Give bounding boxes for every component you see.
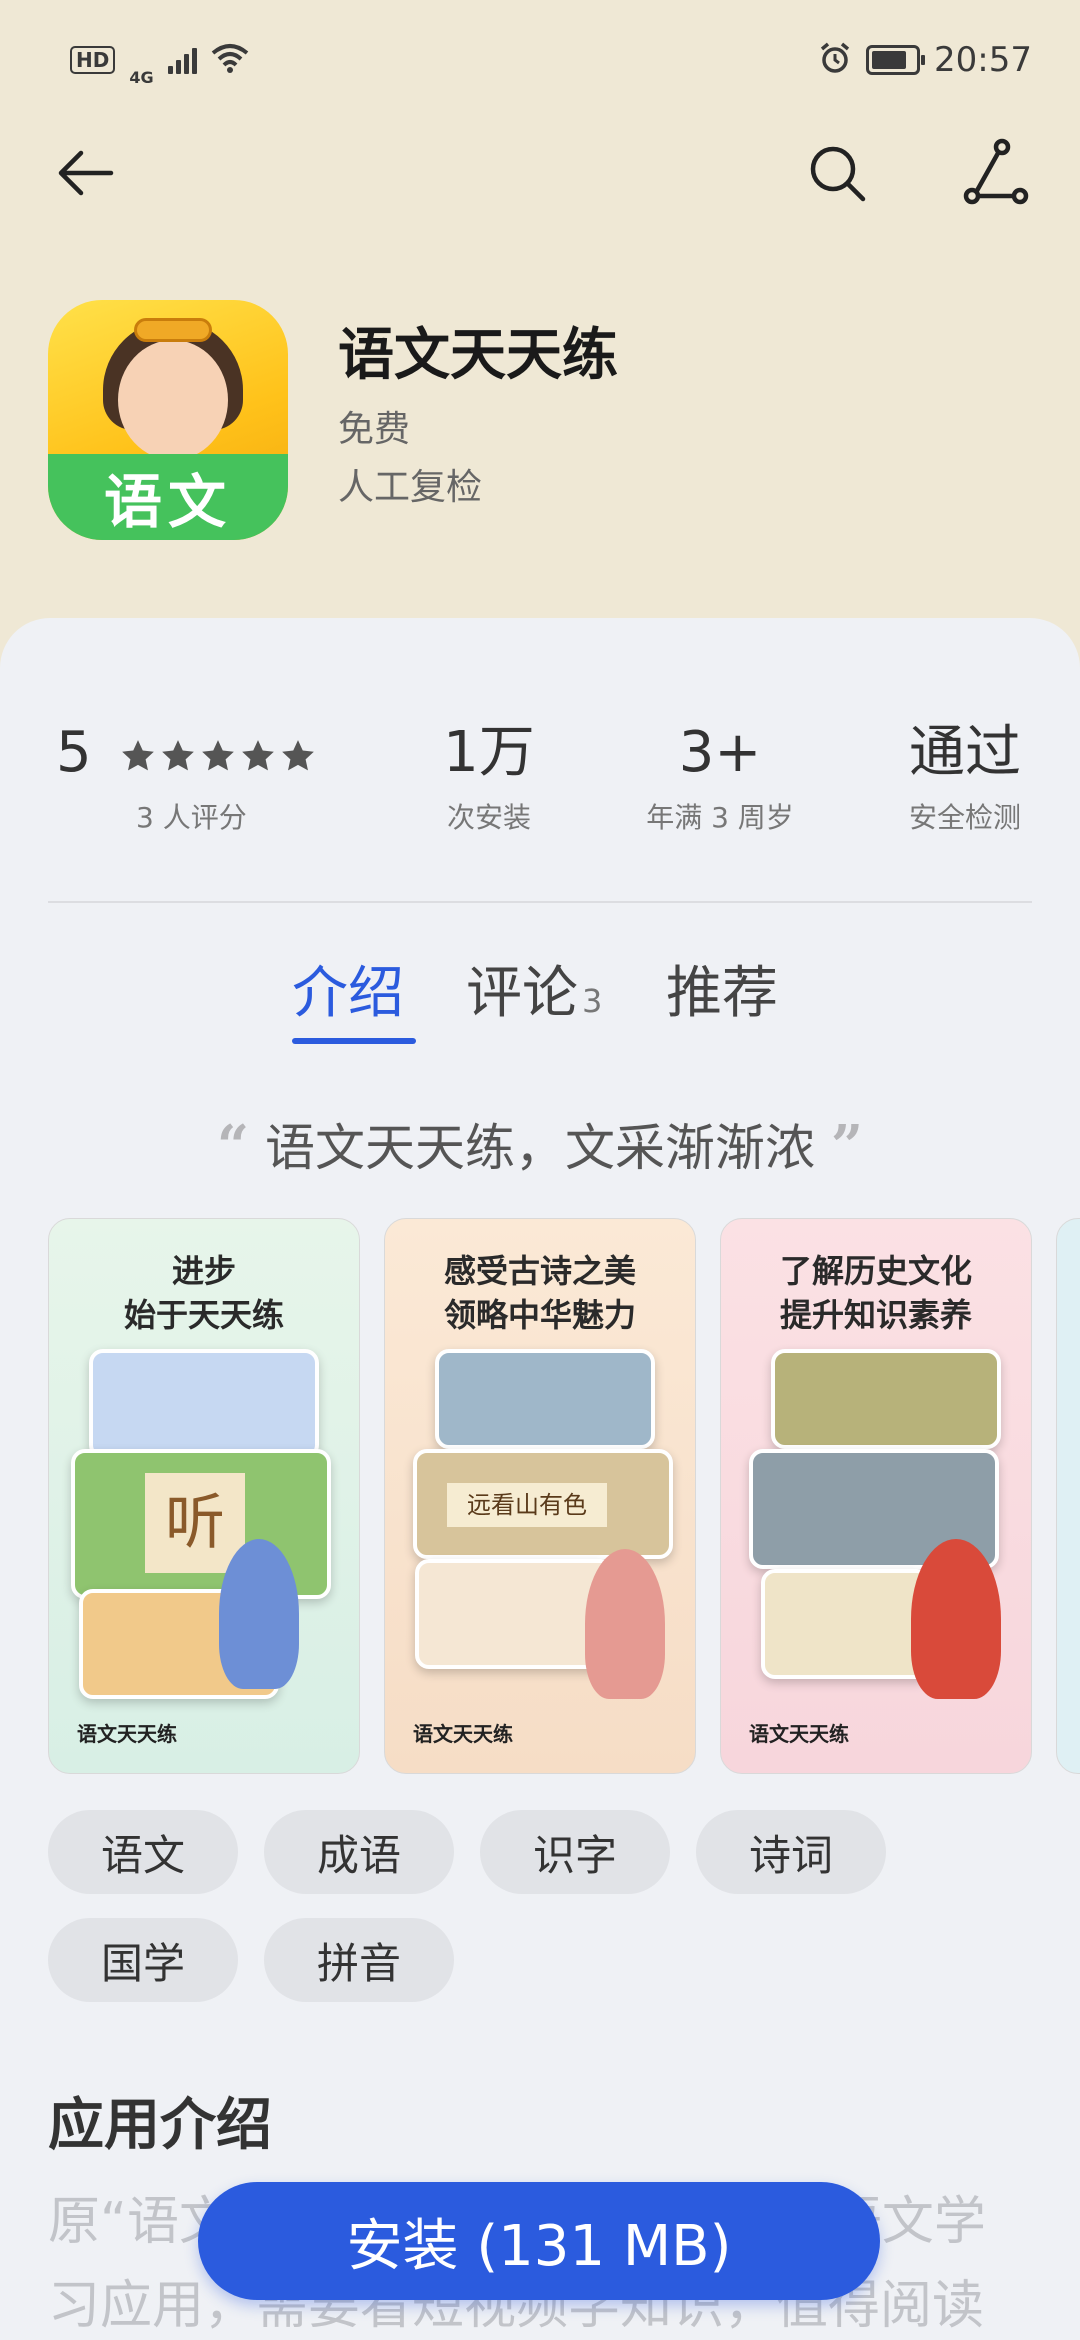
- screenshot-3-brand: 语文天天练: [749, 1722, 849, 1746]
- back-button[interactable]: [40, 130, 130, 220]
- divider: [48, 901, 1032, 903]
- security-value: 通过: [909, 720, 1021, 785]
- screenshot-1-brand: 语文天天练: [77, 1722, 177, 1746]
- share-icon: [960, 138, 1030, 212]
- tab-bar: 介绍 评论 3 推荐: [0, 948, 1080, 1048]
- star-icon: [122, 740, 155, 771]
- screenshot-2-caption: 感受古诗之美 领略中华魅力: [443, 1252, 636, 1334]
- stat-security: 通过 安全检测: [900, 718, 1030, 836]
- screenshot-2-card-text: 远看山有色: [447, 1483, 607, 1527]
- search-button[interactable]: [792, 130, 882, 220]
- app-review-note: 人工复检: [338, 467, 483, 508]
- tab-recommend-label: 推荐: [666, 961, 778, 1026]
- app-icon-label: 语文: [48, 454, 288, 540]
- battery-icon: [866, 45, 926, 75]
- network-type: 4G: [129, 67, 154, 87]
- stat-age: 3+ 年满 3 周岁: [640, 718, 800, 836]
- clock: 20:57: [934, 40, 1032, 80]
- star-icon: [162, 740, 195, 771]
- top-bar: [0, 130, 1080, 240]
- install-button[interactable]: 安装 (131 MB): [198, 2182, 880, 2300]
- stats-row: 5 3 人评分 1万 次安装 3+ 年满 3 周岁 通过 安全检测: [0, 718, 1080, 848]
- screenshot-2-brand: 语文天天练: [413, 1722, 513, 1746]
- tab-reviews-label: 评论: [466, 961, 578, 1026]
- status-right: 20:57: [818, 40, 1032, 80]
- screenshot-1-card-text: 听: [145, 1473, 245, 1573]
- hd-icon: HD: [70, 46, 116, 74]
- app-header: 语文 语文天天练 免费 人工复检: [48, 300, 1032, 550]
- app-icon: 语文: [48, 300, 288, 540]
- share-button[interactable]: [950, 130, 1040, 220]
- star-icon: [282, 740, 315, 771]
- tagline-text: 语文天天练，文采渐渐浓: [265, 1119, 815, 1177]
- tab-intro-label: 介绍: [292, 961, 404, 1026]
- details-sheet: 5 3 人评分 1万 次安装 3+ 年满 3 周岁 通过 安全检测 介绍 评论 …: [0, 618, 1080, 2340]
- age-label: 年满 3 周岁: [646, 801, 794, 834]
- close-quote-icon: ”: [830, 1113, 864, 1179]
- app-name: 语文天天练: [338, 323, 618, 388]
- stat-installs: 1万 次安装: [428, 718, 550, 836]
- screenshot-1-caption: 进步 始于天天练: [123, 1252, 284, 1334]
- signal-icon: [167, 46, 197, 74]
- tag-chip[interactable]: 识字: [480, 1810, 670, 1894]
- screenshot-3-caption: 了解历史文化 提升知识素养: [779, 1252, 972, 1334]
- screenshot-4-peek[interactable]: [1056, 1218, 1080, 1774]
- search-icon: [805, 141, 869, 209]
- alarm-icon: [818, 41, 852, 79]
- star-icon: [242, 740, 275, 771]
- security-label: 安全检测: [908, 801, 1021, 834]
- tag-chip[interactable]: 拼音: [264, 1918, 454, 2002]
- app-price: 免费: [338, 409, 411, 450]
- rating-label: 3 人评分: [136, 801, 247, 834]
- installs-label: 次安装: [446, 801, 531, 834]
- installs-value: 1万: [443, 720, 535, 785]
- open-quote-icon: “: [216, 1113, 250, 1179]
- tab-reviews[interactable]: 评论 3: [466, 948, 602, 1029]
- tab-recommend[interactable]: 推荐: [666, 948, 778, 1029]
- screenshot-3[interactable]: 了解历史文化 提升知识素养 语文天天练: [720, 1218, 1032, 1774]
- tag-chip[interactable]: 国学: [48, 1918, 238, 2002]
- rating-value: 5: [56, 720, 92, 785]
- tagline: “ 语文天天练，文采渐渐浓 ”: [0, 1108, 1080, 1180]
- status-bar: HD 4G 20:57: [0, 0, 1080, 120]
- rating-stars: [119, 737, 317, 775]
- wifi-icon: [211, 43, 249, 77]
- tag-chip[interactable]: 成语: [264, 1810, 454, 1894]
- tab-active-indicator: [292, 1038, 416, 1044]
- arrow-left-icon: [53, 141, 117, 209]
- screenshot-2[interactable]: 感受古诗之美 领略中华魅力 远看山有色 语文天天练: [384, 1218, 696, 1774]
- star-icon: [202, 740, 235, 771]
- stat-rating: 5 3 人评分: [56, 718, 317, 836]
- screenshot-1[interactable]: 进步 始于天天练 听 语文天天练: [48, 1218, 360, 1774]
- tag-chip[interactable]: 诗词: [696, 1810, 886, 1894]
- tab-reviews-count: 3: [582, 982, 603, 1020]
- screenshots-carousel[interactable]: 进步 始于天天练 听 语文天天练 感受古诗之美 领略中华魅力 远看山有色 语文天天练…: [48, 1218, 1080, 1778]
- tab-intro[interactable]: 介绍: [292, 948, 404, 1029]
- age-value: 3+: [678, 720, 762, 785]
- tag-chip[interactable]: 语文: [48, 1810, 238, 1894]
- section-title-intro: 应用介绍: [48, 2093, 272, 2158]
- status-left: HD 4G: [70, 34, 249, 87]
